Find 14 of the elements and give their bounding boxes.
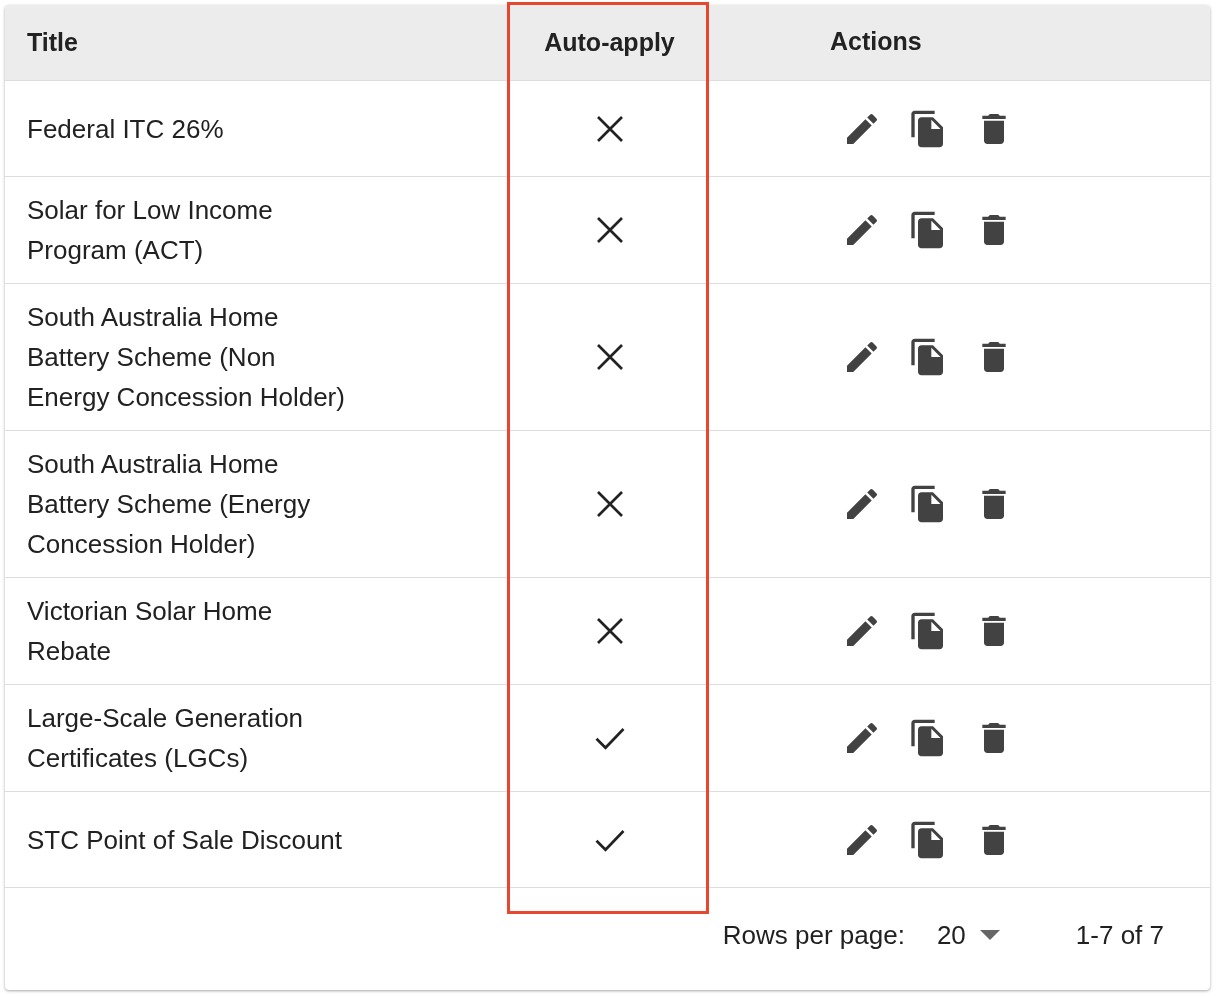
column-header: Title	[27, 28, 78, 57]
column-header: Actions	[830, 27, 922, 56]
table-cell-text: Victorian Solar Home Rebate	[27, 595, 274, 668]
table-cell-text: STC Point of Sale Discount	[27, 823, 343, 857]
table-cell-text: South Australia Home Battery Scheme (Non Energy Concession Holder)	[27, 301, 346, 414]
caret-icon[interactable]	[979, 930, 1000, 940]
page-range: 1-7 of 7	[1075, 919, 1164, 951]
table-cell-text: Solar for Low Income Program (ACT)	[27, 194, 274, 267]
table-cell-text: Large-Scale Generation Certificates (LGCs)	[27, 702, 305, 775]
rows-per-page-select[interactable]: 20	[936, 919, 966, 951]
table-cell-text: South Australia Home Battery Scheme (Energy Concession Holder)	[27, 448, 312, 561]
column-header: Auto-apply	[544, 28, 675, 57]
table-cell-text: Federal ITC 26%	[27, 112, 224, 146]
rows-per-page-label: Rows per page:	[722, 919, 905, 951]
